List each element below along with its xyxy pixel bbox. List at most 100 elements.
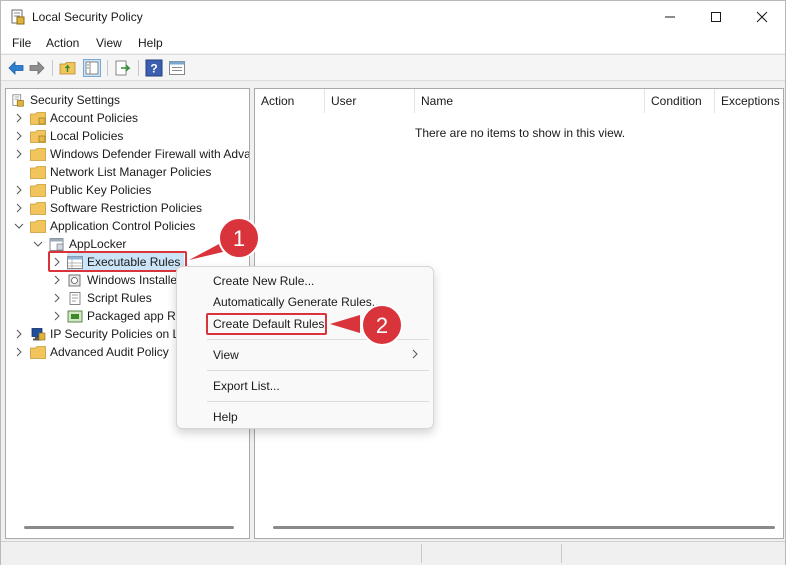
submenu-chevron-icon [412,349,418,359]
menu-help[interactable]: Help [138,36,163,50]
packaged-app-icon [67,310,83,322]
toolbar: ? [1,54,785,81]
chevron-right-icon[interactable] [14,185,24,195]
tree-label: Account Policies [50,111,139,125]
tree-item-local-policies[interactable]: Local Policies [30,127,123,145]
list-horizontal-scrollbar[interactable] [273,526,775,529]
column-header-condition[interactable]: Condition [645,89,715,113]
security-settings-icon [12,93,24,107]
callout-number-2: 2 [376,313,388,338]
folder-icon [30,345,46,359]
callout-1: 1 [189,217,260,260]
tree-item-packaged-app-rules[interactable]: Packaged app R [67,307,176,325]
empty-list-message: There are no items to show in this view. [415,126,626,140]
toolbar-separator [107,60,108,76]
back-arrow-icon[interactable] [7,59,25,77]
tree-label: Script Rules [87,291,152,305]
tree-item-windows-defender-firewall[interactable]: Windows Defender Firewall with Adva [30,145,250,163]
minimize-button[interactable] [647,1,693,33]
title-bar: Local Security Policy [1,1,785,33]
applocker-icon [49,237,64,251]
folder-icon [30,219,46,233]
chevron-right-icon[interactable] [14,113,24,123]
tree-label: IP Security Policies on L [50,327,180,341]
export-list-icon[interactable] [114,59,132,77]
chevron-right-icon[interactable] [14,149,24,159]
minimize-icon [665,16,675,18]
menu-action[interactable]: Action [46,36,79,50]
folder-icon [30,201,46,215]
chevron-down-icon[interactable] [33,239,43,249]
tree-label: Software Restriction Policies [50,201,203,215]
close-icon [756,11,768,23]
maximize-button[interactable] [693,1,739,33]
column-header-user[interactable]: User [325,89,415,113]
ip-security-icon [31,327,46,340]
close-button[interactable] [739,1,785,33]
up-folder-icon[interactable] [59,59,77,77]
toolbar-separator [52,60,53,76]
tree-label: Public Key Policies [50,183,152,197]
menu-separator [207,401,429,402]
chevron-right-icon[interactable] [52,293,62,303]
chevron-right-icon[interactable] [52,311,62,321]
tree-label: Windows Defender Firewall with Adva [50,147,250,161]
menu-item-create-new-rule[interactable]: Create New Rule... [213,274,314,288]
show-hide-tree-icon[interactable] [83,59,101,77]
help-icon[interactable]: ? [145,59,163,77]
chevron-right-icon[interactable] [52,275,62,285]
status-bar [1,541,785,565]
menu-item-view[interactable]: View [213,348,239,362]
chevron-right-icon[interactable] [14,329,24,339]
menu-separator [207,370,429,371]
tree-item-public-key-policies[interactable]: Public Key Policies [30,181,151,199]
tree-label: Local Policies [50,129,124,143]
chevron-right-icon[interactable] [14,203,24,213]
maximize-icon [711,12,721,22]
tree-label: Packaged app R [87,309,176,323]
column-header-action[interactable]: Action [255,89,325,113]
tree-horizontal-scrollbar[interactable] [24,526,234,529]
menu-file[interactable]: File [12,36,31,50]
tree-item-application-control-policies[interactable]: Application Control Policies [30,217,195,235]
menu-view[interactable]: View [96,36,122,50]
folder-icon [30,183,46,197]
column-header-exceptions[interactable]: Exceptions [715,89,783,113]
window-title: Local Security Policy [32,10,143,24]
folder-icon [30,147,46,161]
chevron-down-icon[interactable] [14,221,24,231]
create-default-rules-highlight [206,313,327,335]
folder-icon [30,129,46,143]
tree-item-script-rules[interactable]: Script Rules [67,289,152,307]
properties-icon[interactable] [168,59,186,77]
security-policy-app-icon [11,9,25,25]
tree-root-security-settings[interactable]: Security Settings [12,91,120,109]
tree-item-software-restriction-policies[interactable]: Software Restriction Policies [30,199,202,217]
callout-number-1: 1 [233,226,245,251]
tree-item-network-list-manager-policies[interactable]: Network List Manager Policies [30,163,211,181]
status-separator [561,544,562,563]
installer-icon [68,274,81,286]
svg-text:?: ? [150,62,157,76]
tree-item-ip-security-policies[interactable]: IP Security Policies on L [30,325,179,343]
folder-icon [30,165,46,179]
menu-item-help[interactable]: Help [213,410,238,424]
local-security-policy-window: Local Security Policy File Action View H… [0,0,786,565]
tree-label: Network List Manager Policies [50,165,212,179]
column-header-row: Action User Name Condition Exceptions [255,89,783,113]
chevron-right-icon[interactable] [14,131,24,141]
forward-arrow-icon[interactable] [28,59,46,77]
tree-label: AppLocker [69,237,127,251]
folder-icon [30,111,46,125]
tree-label: Advanced Audit Policy [50,345,169,359]
tree-label: Application Control Policies [50,219,196,233]
chevron-right-icon[interactable] [14,347,24,357]
executable-rules-highlight [48,251,187,272]
tree-item-advanced-audit-policy[interactable]: Advanced Audit Policy [30,343,169,361]
column-header-name[interactable]: Name [415,89,645,113]
tree-label: Windows Installe [87,273,178,287]
script-icon [69,291,81,305]
menu-item-export-list[interactable]: Export List... [213,379,280,393]
tree-item-account-policies[interactable]: Account Policies [30,109,138,127]
tree-item-windows-installer-rules[interactable]: Windows Installe [67,271,177,289]
